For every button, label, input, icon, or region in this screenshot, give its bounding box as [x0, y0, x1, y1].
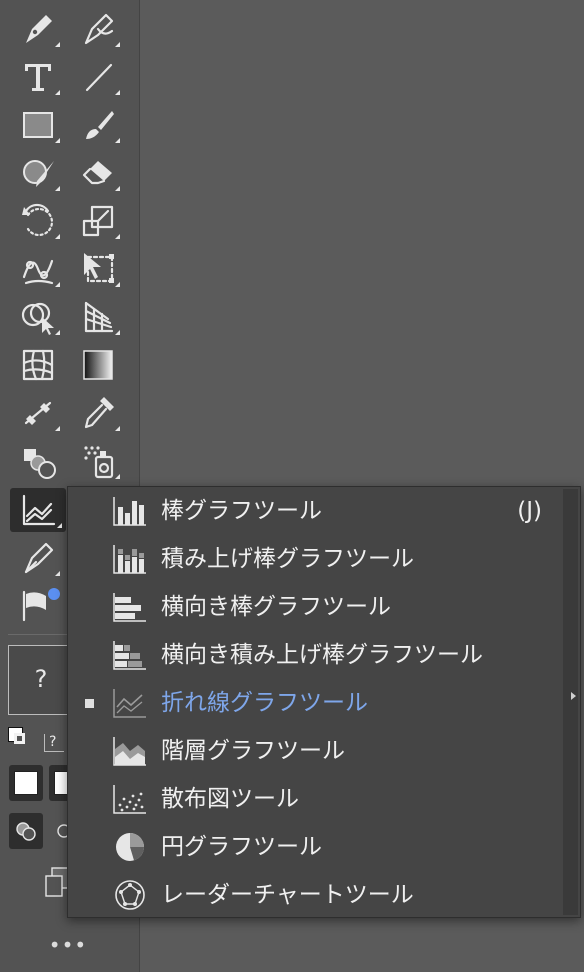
- shaper-tool[interactable]: [12, 151, 64, 195]
- menu-item-label: 円グラフツール: [161, 834, 322, 860]
- graph-tool-icon: [22, 494, 56, 526]
- rectangle-tool-icon: [23, 112, 53, 138]
- paintbrush-tool[interactable]: [72, 103, 124, 147]
- menu-item-scatter-graph[interactable]: 散布図ツール: [68, 775, 562, 823]
- menu-item-label: 折れ線グラフツール: [161, 690, 368, 716]
- free-transform-tool[interactable]: [72, 247, 124, 291]
- menu-item-label: 棒グラフツール: [161, 498, 322, 524]
- menu-item-shortcut: (J): [517, 498, 542, 524]
- symbol-sprayer-tool-icon: [84, 446, 114, 479]
- free-transform-tool-icon: [84, 253, 114, 283]
- menu-item-radar-graph[interactable]: レーダーチャートツール: [68, 871, 562, 919]
- rectangle-tool[interactable]: [12, 103, 64, 147]
- type-tool-icon: [25, 64, 51, 91]
- perspective-grid-tool-icon: [84, 301, 114, 333]
- paintbrush-tool-icon: [86, 111, 114, 139]
- measure-eyedropper-icon: [24, 401, 52, 425]
- menu-item-stacked-bar-graph[interactable]: 横向き積み上げ棒グラフツール: [68, 631, 562, 679]
- bar-graph-icon: [113, 593, 146, 622]
- curvature-tool[interactable]: [72, 7, 124, 51]
- menu-item-label: 横向き棒グラフツール: [161, 594, 391, 620]
- more-tools-button[interactable]: •••: [40, 930, 96, 960]
- radar-graph-icon: [115, 880, 145, 910]
- gradient-tool-icon: [83, 350, 113, 380]
- line-segment-tool-icon: [85, 63, 113, 92]
- scale-tool-icon: [82, 205, 114, 237]
- unknown-tool-box[interactable]: ?: [8, 645, 74, 715]
- pen-tool-icon: [26, 15, 52, 43]
- mesh-tool[interactable]: [12, 343, 64, 387]
- line-segment-tool[interactable]: [72, 55, 124, 99]
- puppet-warp-tool-icon: [22, 259, 54, 285]
- pen-edit-tool[interactable]: [12, 536, 64, 580]
- draw-behind-button[interactable]: [49, 813, 69, 849]
- puppet-warp-tool[interactable]: [12, 247, 64, 291]
- more-label: •••: [48, 933, 88, 957]
- shaper-tool-icon: [23, 160, 54, 187]
- type-tool[interactable]: [12, 55, 64, 99]
- menu-item-label: 積み上げ棒グラフツール: [161, 546, 414, 572]
- default-fill-stroke-icon[interactable]: [8, 727, 30, 749]
- line-graph-icon: [113, 689, 146, 718]
- tearoff-arrow-icon[interactable]: [571, 692, 576, 700]
- area-graph-icon: [113, 737, 146, 766]
- menu-item-label: 散布図ツール: [161, 786, 299, 812]
- stacked-column-graph-icon: [113, 545, 146, 574]
- menu-item-label: レーダーチャートツール: [161, 882, 414, 908]
- scale-tool[interactable]: [72, 199, 124, 243]
- gradient-tool[interactable]: [72, 343, 124, 387]
- rotate-tool-icon: [22, 203, 53, 237]
- menu-item-column-graph[interactable]: 棒グラフツール (J): [68, 487, 562, 535]
- blend-tool-icon: [24, 449, 56, 479]
- rotate-tool[interactable]: [12, 199, 64, 243]
- mesh-tool-icon: [22, 349, 54, 381]
- eyedropper-tool-icon: [84, 397, 114, 429]
- draw-normal-icon: [16, 822, 36, 841]
- symbol-sprayer-tool[interactable]: [72, 439, 124, 483]
- eraser-tool-icon: [82, 161, 112, 185]
- graph-tool[interactable]: [10, 488, 66, 532]
- pen-tool[interactable]: [12, 7, 64, 51]
- curvature-tool-icon: [84, 13, 114, 45]
- stacked-bar-graph-icon: [113, 641, 146, 670]
- pie-graph-icon: [116, 833, 144, 861]
- flyout-scrollbar[interactable]: [563, 489, 578, 915]
- menu-item-label: 階層グラフツール: [161, 738, 345, 764]
- draw-behind-icon: [57, 824, 69, 838]
- scatter-graph-icon: [113, 785, 146, 814]
- menu-item-stacked-column-graph[interactable]: 積み上げ棒グラフツール: [68, 535, 562, 583]
- pen-edit-tool-icon: [24, 542, 54, 574]
- menu-item-line-graph[interactable]: 折れ線グラフツール: [68, 679, 562, 727]
- eyedropper-tool[interactable]: [72, 391, 124, 435]
- blend-tool[interactable]: [12, 439, 64, 483]
- column-graph-icon: [113, 497, 146, 526]
- draw-normal-button[interactable]: [9, 813, 43, 849]
- menu-item-pie-graph[interactable]: 円グラフツール: [68, 823, 562, 871]
- perspective-grid-tool[interactable]: [72, 295, 124, 339]
- graph-tool-flyout: 棒グラフツール (J) 積み上げ棒グラフツール 横向き棒グラフツール 横向き積み…: [67, 486, 581, 918]
- menu-item-label: 横向き積み上げ棒グラフツール: [161, 642, 483, 668]
- unknown-tool-label: ?: [34, 665, 48, 693]
- current-tool-indicator: [85, 699, 94, 708]
- shape-builder-tool[interactable]: [12, 295, 64, 339]
- menu-item-bar-graph[interactable]: 横向き棒グラフツール: [68, 583, 562, 631]
- shape-builder-tool-icon: [21, 302, 54, 335]
- flag-tool[interactable]: [12, 582, 64, 626]
- fill-swatch[interactable]: [9, 765, 43, 801]
- small-question-label: ?: [49, 734, 57, 750]
- menu-item-area-graph[interactable]: 階層グラフツール: [68, 727, 562, 775]
- width-tool[interactable]: [12, 391, 64, 435]
- swap-icon[interactable]: ?: [44, 734, 64, 752]
- flag-tool-icon: [22, 588, 60, 622]
- eraser-tool[interactable]: [72, 151, 124, 195]
